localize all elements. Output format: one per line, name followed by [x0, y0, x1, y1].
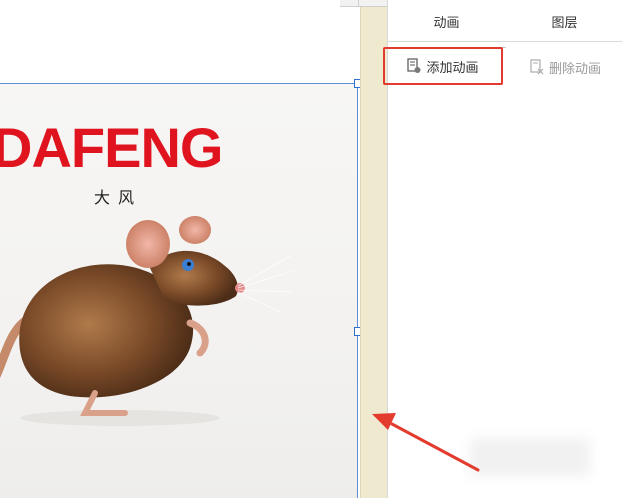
panel-tabbar: 动画 图层 — [388, 7, 622, 48]
animation-panel: 动画 图层 添加动画 删除动画 — [383, 0, 622, 498]
blurred-watermark-area — [470, 438, 590, 476]
delete-animation-button[interactable]: 删除动画 — [530, 50, 620, 84]
image-title-text: DAFENG — [0, 116, 223, 179]
selection-border-right — [357, 83, 358, 498]
add-animation-icon — [407, 58, 421, 74]
editing-canvas[interactable]: DAFENG 大风 — [0, 0, 360, 498]
delete-animation-icon — [530, 59, 544, 75]
add-animation-button[interactable]: 添加动画 — [383, 47, 503, 85]
tab-animation[interactable]: 动画 — [388, 7, 505, 41]
delete-animation-label: 删除动画 — [549, 61, 602, 77]
mouse-illustration — [0, 216, 297, 426]
tab-layers[interactable]: 图层 — [506, 7, 622, 41]
selection-border-top — [0, 83, 358, 84]
image-subtitle-text: 大风 — [94, 188, 143, 207]
animation-toolbar: 添加动画 删除动画 — [383, 47, 622, 86]
add-animation-label: 添加动画 — [426, 60, 479, 76]
